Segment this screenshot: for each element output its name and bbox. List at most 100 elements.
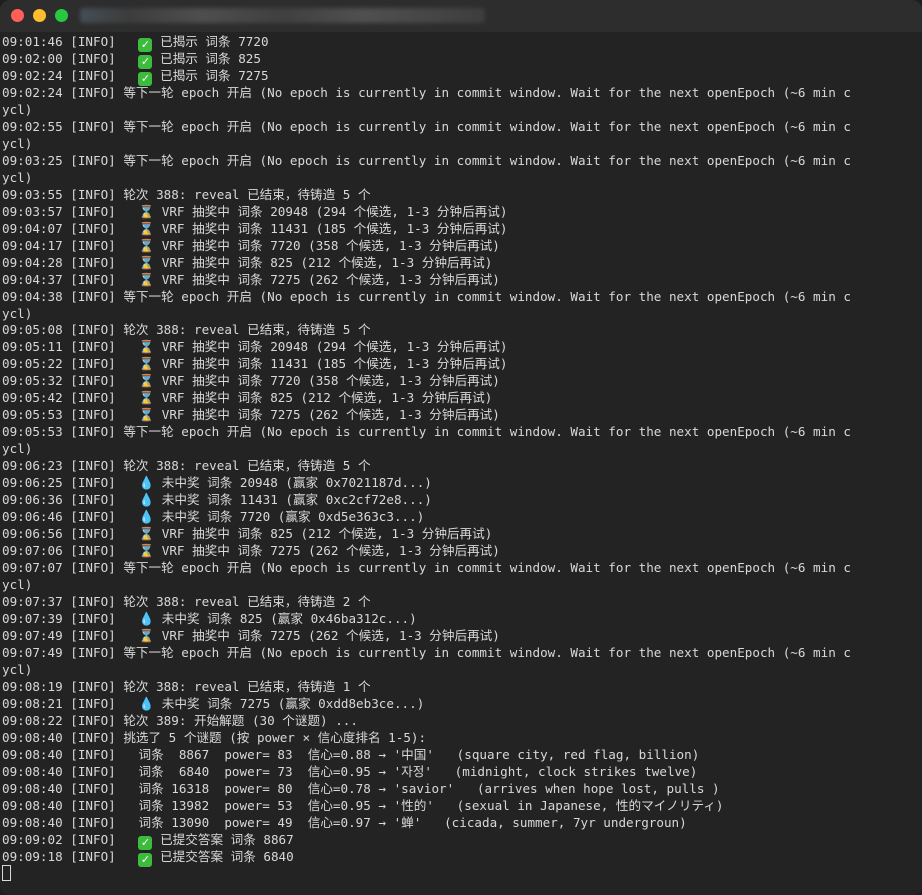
log-text: 09:08:40 [INFO] 词条 13090 power= 49 信心=0.… [2, 814, 687, 830]
log-text: ycl) [2, 101, 33, 117]
hourglass-icon: ⌛ [138, 220, 155, 236]
log-text: 未中奖 词条 7275 (赢家 0xdd8eb3ce...) [154, 695, 425, 711]
log-line: 09:06:25 [INFO] 💧 未中奖 词条 20948 (赢家 0x702… [2, 475, 920, 492]
log-line: 09:07:39 [INFO] 💧 未中奖 词条 825 (赢家 0x46ba3… [2, 611, 920, 628]
log-text: 已提交答案 词条 6840 [152, 848, 294, 864]
log-text: 未中奖 词条 7720 (赢家 0xd5e363c3...) [154, 509, 425, 525]
log-text: 09:07:06 [INFO] [2, 543, 139, 559]
log-text: VRF 抽奖中 词条 7720 (358 个候选, 1-3 分钟后再试) [154, 373, 500, 389]
log-line: 09:08:19 [INFO] 轮次 388: reveal 已结束，待铸造 1… [2, 679, 920, 696]
check-icon: ✓ [138, 71, 153, 86]
log-text: 09:06:36 [INFO] [2, 492, 139, 508]
hourglass-icon: ⌛ [138, 237, 155, 253]
log-line: 09:04:07 [INFO] ⌛ VRF 抽奖中 词条 11431 (185 … [2, 221, 920, 238]
log-line: 09:04:38 [INFO] 等下一轮 epoch 开启 (No epoch … [2, 289, 920, 306]
log-text: VRF 抽奖中 词条 825 (212 个候选, 1-3 分钟后再试) [154, 526, 493, 542]
log-line: ycl) [2, 102, 920, 119]
log-line: 09:02:24 [INFO] ✓ 已揭示 词条 7275 [2, 67, 920, 86]
log-line: 09:03:55 [INFO] 轮次 388: reveal 已结束，待铸造 5… [2, 187, 920, 204]
prompt-line [2, 865, 920, 882]
log-text: 09:06:25 [INFO] [2, 475, 139, 491]
hourglass-icon: ⌛ [138, 543, 155, 559]
log-text: 09:06:56 [INFO] [2, 526, 139, 542]
log-text: 09:05:32 [INFO] [2, 373, 139, 389]
hourglass-icon: ⌛ [138, 271, 155, 287]
log-line: 09:09:02 [INFO] ✓ 已提交答案 词条 8867 [2, 831, 920, 850]
log-line: 09:08:40 [INFO] 词条 16318 power= 80 信心=0.… [2, 781, 920, 798]
log-text: VRF 抽奖中 词条 825 (212 个候选, 1-3 分钟后再试) [154, 390, 493, 406]
hourglass-icon: ⌛ [138, 254, 155, 270]
hourglass-icon: ⌛ [138, 390, 155, 406]
log-text: 已提交答案 词条 8867 [152, 831, 294, 847]
log-text: 已揭示 词条 7720 [152, 34, 269, 49]
log-text: VRF 抽奖中 词条 7275 (262 个候选, 1-3 分钟后再试) [154, 543, 500, 559]
close-button[interactable] [11, 9, 24, 22]
log-text: ycl) [2, 135, 33, 151]
log-line: 09:05:42 [INFO] ⌛ VRF 抽奖中 词条 825 (212 个候… [2, 390, 920, 407]
log-line: 09:05:53 [INFO] ⌛ VRF 抽奖中 词条 7275 (262 个… [2, 407, 920, 424]
log-text: ycl) [2, 169, 33, 185]
title-bar [0, 0, 922, 32]
log-text: 09:07:37 [INFO] 轮次 388: reveal 已结束，待铸造 2… [2, 593, 371, 609]
log-line: 09:02:55 [INFO] 等下一轮 epoch 开启 (No epoch … [2, 119, 920, 136]
log-line: 09:04:37 [INFO] ⌛ VRF 抽奖中 词条 7275 (262 个… [2, 272, 920, 289]
droplet-icon: 💧 [138, 509, 155, 525]
terminal-output[interactable]: 09:01:46 [INFO] ✓ 已揭示 词条 7720 09:02:00 [I… [2, 34, 920, 893]
log-line: ycl) [2, 170, 920, 187]
log-line: ycl) [2, 136, 920, 153]
log-line: 09:07:49 [INFO] ⌛ VRF 抽奖中 词条 7275 (262 个… [2, 628, 920, 645]
log-line: 09:04:28 [INFO] ⌛ VRF 抽奖中 词条 825 (212 个候… [2, 255, 920, 272]
log-text: 09:06:46 [INFO] [2, 509, 139, 525]
log-line: 09:05:22 [INFO] ⌛ VRF 抽奖中 词条 11431 (185 … [2, 356, 920, 373]
log-text: ycl) [2, 441, 33, 457]
log-line: ycl) [2, 306, 920, 323]
log-text: 未中奖 词条 11431 (赢家 0xc2cf72e8...) [154, 492, 432, 508]
droplet-icon: 💧 [138, 492, 155, 508]
log-text: VRF 抽奖中 词条 11431 (185 个候选, 1-3 分钟后再试) [154, 220, 508, 236]
log-text: 09:02:24 [INFO] [2, 67, 139, 83]
hourglass-icon: ⌛ [138, 407, 155, 423]
log-line: ycl) [2, 441, 920, 458]
log-line: 09:05:53 [INFO] 等下一轮 epoch 开启 (No epoch … [2, 424, 920, 441]
hourglass-icon: ⌛ [138, 356, 155, 372]
log-text: 已揭示 词条 7275 [152, 67, 269, 83]
log-text: 09:09:18 [INFO] [2, 848, 139, 864]
log-text: VRF 抽奖中 词条 7720 (358 个候选, 1-3 分钟后再试) [154, 237, 500, 253]
log-text: VRF 抽奖中 词条 20948 (294 个候选, 1-3 分钟后再试) [154, 339, 508, 355]
log-text: 09:08:40 [INFO] 词条 13982 power= 53 信心=0.… [2, 797, 724, 813]
zoom-button[interactable] [55, 9, 68, 22]
log-line: 09:06:46 [INFO] 💧 未中奖 词条 7720 (赢家 0xd5e3… [2, 509, 920, 526]
log-text: 09:05:42 [INFO] [2, 390, 139, 406]
log-text: VRF 抽奖中 词条 20948 (294 个候选, 1-3 分钟后再试) [154, 203, 508, 219]
log-text: 09:06:23 [INFO] 轮次 388: reveal 已结束，待铸造 5… [2, 458, 371, 474]
log-text: 09:07:49 [INFO] [2, 627, 139, 643]
log-text: VRF 抽奖中 词条 825 (212 个候选, 1-3 分钟后再试) [154, 254, 493, 270]
log-text: 09:04:38 [INFO] 等下一轮 epoch 开启 (No epoch … [2, 288, 851, 304]
droplet-icon: 💧 [138, 475, 155, 491]
log-text: 已揭示 词条 825 [152, 50, 261, 66]
log-line: 09:06:36 [INFO] 💧 未中奖 词条 11431 (赢家 0xc2c… [2, 492, 920, 509]
log-line: 09:06:23 [INFO] 轮次 388: reveal 已结束，待铸造 5… [2, 458, 920, 475]
log-text: 09:04:37 [INFO] [2, 271, 139, 287]
log-text: 09:08:40 [INFO] 词条 6840 power= 73 信心=0.9… [2, 763, 698, 779]
log-text: 09:04:17 [INFO] [2, 237, 139, 253]
log-line: 09:06:56 [INFO] ⌛ VRF 抽奖中 词条 825 (212 个候… [2, 526, 920, 543]
log-text: 09:08:19 [INFO] 轮次 388: reveal 已结束，待铸造 1… [2, 678, 371, 694]
log-line: 09:07:37 [INFO] 轮次 388: reveal 已结束，待铸造 2… [2, 594, 920, 611]
minimize-button[interactable] [33, 9, 46, 22]
log-line: 09:05:32 [INFO] ⌛ VRF 抽奖中 词条 7720 (358 个… [2, 373, 920, 390]
log-text: 09:04:07 [INFO] [2, 220, 139, 236]
window-title [80, 8, 485, 23]
log-text: 未中奖 词条 20948 (赢家 0x7021187d...) [154, 475, 432, 491]
log-text: 09:05:22 [INFO] [2, 356, 139, 372]
log-text: 09:08:40 [INFO] 词条 8867 power= 83 信心=0.8… [2, 746, 700, 762]
log-line: 09:04:17 [INFO] ⌛ VRF 抽奖中 词条 7720 (358 个… [2, 238, 920, 255]
log-text: 09:09:02 [INFO] [2, 831, 139, 847]
log-line: 09:03:57 [INFO] ⌛ VRF 抽奖中 词条 20948 (294 … [2, 204, 920, 221]
log-text: 09:07:49 [INFO] 等下一轮 epoch 开启 (No epoch … [2, 644, 851, 660]
log-text: VRF 抽奖中 词条 11431 (185 个候选, 1-3 分钟后再试) [154, 356, 508, 372]
log-text: 09:02:55 [INFO] 等下一轮 epoch 开启 (No epoch … [2, 118, 851, 134]
log-line: 09:01:46 [INFO] ✓ 已揭示 词条 7720 [2, 34, 920, 52]
log-text: 09:03:25 [INFO] 等下一轮 epoch 开启 (No epoch … [2, 152, 851, 168]
log-text: 09:01:46 [INFO] [2, 34, 139, 49]
